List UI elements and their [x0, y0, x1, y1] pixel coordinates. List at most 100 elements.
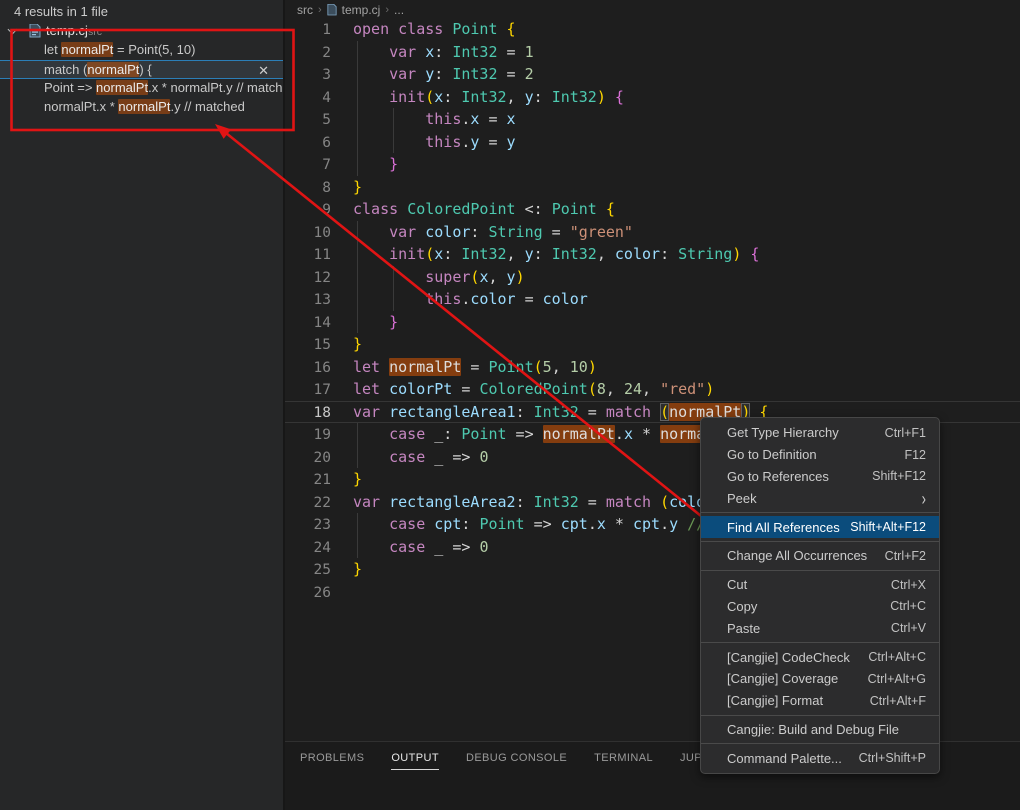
menu-item-find-all-references[interactable]: Find All ReferencesShift+Alt+F12 — [701, 516, 939, 538]
menu-item-go-to-definition[interactable]: Go to DefinitionF12 — [701, 444, 939, 466]
code-line[interactable]: 14 } — [285, 311, 1020, 334]
menu-item-go-to-references[interactable]: Go to ReferencesShift+F12 — [701, 466, 939, 488]
code-token: y — [525, 88, 534, 106]
code-token: <: — [516, 200, 552, 218]
code-token: } — [389, 313, 398, 331]
file-icon — [29, 24, 41, 38]
menu-item-shortcut: Shift+F12 — [872, 469, 926, 483]
code-token: } — [353, 178, 362, 196]
code-line[interactable]: 15} — [285, 333, 1020, 356]
code-token: . — [588, 515, 597, 533]
code-token: "green" — [570, 223, 633, 241]
line-number: 19 — [285, 424, 353, 447]
match-highlight: normalPt — [61, 42, 113, 57]
code-token: x — [434, 88, 443, 106]
code-token: _ => — [425, 448, 479, 466]
code-token: String — [678, 245, 732, 263]
menu-item-cangjie-build-and-debug-file[interactable]: Cangjie: Build and Debug File — [701, 719, 939, 741]
panel-tab-terminal[interactable]: TERMINAL — [594, 752, 653, 769]
menu-separator — [701, 715, 939, 716]
dismiss-result-icon[interactable]: ✕ — [258, 62, 269, 80]
code-line[interactable]: 1open class Point { — [285, 18, 1020, 41]
code-token: Point — [479, 515, 524, 533]
code-token — [353, 290, 425, 308]
code-token: ) — [705, 380, 714, 398]
menu-item-change-all-occurrences[interactable]: Change All OccurrencesCtrl+F2 — [701, 545, 939, 567]
menu-item-cut[interactable]: CutCtrl+X — [701, 574, 939, 596]
code-line[interactable]: 8} — [285, 176, 1020, 199]
code-line[interactable]: 7 } — [285, 153, 1020, 176]
code-token: rectangleArea1 — [389, 403, 515, 421]
code-line[interactable]: 2 var x: Int32 = 1 — [285, 41, 1020, 64]
menu-item-label: [Cangjie] Coverage — [727, 671, 868, 686]
menu-item-cangjie-codecheck[interactable]: [Cangjie] CodeCheckCtrl+Alt+C — [701, 646, 939, 668]
submenu-arrow-icon: › — [922, 488, 926, 509]
result-text: .y // matched — [170, 99, 244, 114]
code-token: match — [606, 493, 651, 511]
code-token: case — [389, 448, 425, 466]
menu-item-command-palette[interactable]: Command Palette...Ctrl+Shift+P — [701, 747, 939, 769]
word-occurrence-highlight: normalPt — [389, 358, 461, 376]
code-line[interactable]: 3 var y: Int32 = 2 — [285, 63, 1020, 86]
code-line[interactable]: 12 super(x, y) — [285, 266, 1020, 289]
menu-item-label: Command Palette... — [727, 751, 859, 766]
code-token: : — [660, 245, 678, 263]
code-token: rectangleArea2 — [389, 493, 515, 511]
menu-item-label: [Cangjie] Format — [727, 693, 870, 708]
code-token: Int32 — [461, 245, 506, 263]
line-number: 5 — [285, 109, 353, 132]
reference-result-row[interactable]: let normalPt = Point(5, 10) — [0, 41, 283, 60]
menu-item-label: Go to Definition — [727, 447, 904, 462]
code-line[interactable]: 6 this.y = y — [285, 131, 1020, 154]
menu-item-peek[interactable]: Peek› — [701, 487, 939, 509]
code-token: ColoredPoint — [479, 380, 587, 398]
chevron-down-icon[interactable] — [8, 25, 18, 35]
code-token: ColoredPoint — [407, 200, 515, 218]
menu-item-cangjie-format[interactable]: [Cangjie] FormatCtrl+Alt+F — [701, 690, 939, 712]
code-token: y — [669, 515, 678, 533]
code-token: , — [597, 245, 615, 263]
panel-tab-output[interactable]: OUTPUT — [391, 752, 439, 770]
code-token — [443, 20, 452, 38]
line-number: 13 — [285, 289, 353, 312]
menu-item-cangjie-coverage[interactable]: [Cangjie] CoverageCtrl+Alt+G — [701, 668, 939, 690]
code-token: 5 — [543, 358, 552, 376]
code-token: 0 — [479, 538, 488, 556]
menu-item-paste[interactable]: PasteCtrl+V — [701, 617, 939, 639]
code-token: color — [615, 245, 660, 263]
vscode-window: 4 results in 1 file temp.cj src let norm… — [0, 0, 1020, 810]
reference-result-row[interactable]: Point => normalPt.x * normalPt.y // matc… — [0, 79, 283, 98]
file-name: temp.cj — [46, 23, 88, 38]
breadcrumb-item[interactable]: ... — [394, 3, 404, 17]
reference-result-row[interactable]: match (normalPt) {✕ — [0, 60, 283, 80]
menu-item-get-type-hierarchy[interactable]: Get Type HierarchyCtrl+F1 — [701, 422, 939, 444]
breadcrumb[interactable]: src›temp.cj›... — [297, 1, 404, 19]
code-line[interactable]: 9class ColoredPoint <: Point { — [285, 198, 1020, 221]
breadcrumb-item[interactable]: temp.cj — [342, 3, 381, 17]
code-token: var — [389, 223, 416, 241]
menu-separator — [701, 743, 939, 744]
code-token: = — [498, 65, 525, 83]
reference-result-row[interactable]: normalPt.x * normalPt.y // matched — [0, 98, 283, 117]
file-result-row[interactable]: temp.cj src — [0, 21, 283, 41]
panel-tab-problems[interactable]: PROBLEMS — [300, 752, 364, 769]
code-token: var — [353, 403, 380, 421]
menu-item-label: Cangjie: Build and Debug File — [727, 722, 926, 737]
code-line[interactable]: 11 init(x: Int32, y: Int32, color: Strin… — [285, 243, 1020, 266]
code-token: * — [633, 425, 660, 443]
code-line[interactable]: 17let colorPt = ColoredPoint(8, 24, "red… — [285, 378, 1020, 401]
menu-item-shortcut: Ctrl+F2 — [885, 549, 926, 563]
breadcrumb-item[interactable]: src — [297, 3, 313, 17]
code-token: match — [606, 403, 651, 421]
panel-tab-debug-console[interactable]: DEBUG CONSOLE — [466, 752, 567, 769]
code-line[interactable]: 13 this.color = color — [285, 288, 1020, 311]
code-line[interactable]: 4 init(x: Int32, y: Int32) { — [285, 86, 1020, 109]
code-line[interactable]: 10 var color: String = "green" — [285, 221, 1020, 244]
code-line[interactable]: 5 this.x = x — [285, 108, 1020, 131]
code-token: = — [579, 493, 606, 511]
code-line[interactable]: 16let normalPt = Point(5, 10) — [285, 356, 1020, 379]
code-token: case — [389, 538, 425, 556]
code-token — [651, 493, 660, 511]
menu-item-copy[interactable]: CopyCtrl+C — [701, 596, 939, 618]
line-number: 9 — [285, 199, 353, 222]
